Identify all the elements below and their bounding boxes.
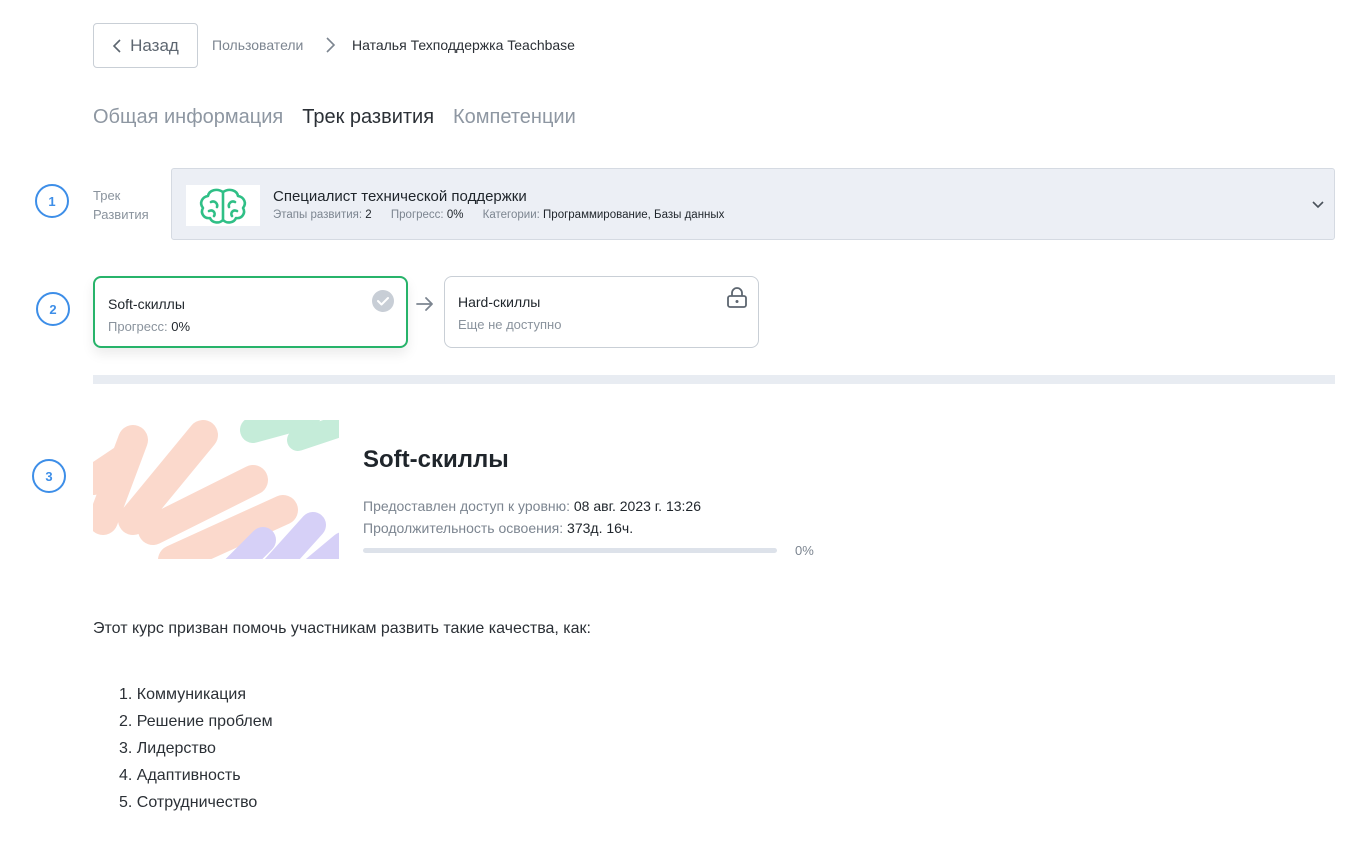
description-intro: Этот курс призван помочь участникам разв… [93, 620, 591, 637]
chevron-right-icon [326, 37, 336, 53]
level-duration-info: Продолжительность освоения: 373д. 16ч. [363, 520, 633, 536]
check-circle-icon [372, 290, 394, 312]
stage-title: Soft-скиллы [108, 296, 185, 312]
stage-status: Еще не доступно [458, 317, 562, 332]
stage-card-hard-skills[interactable]: Hard-скиллы Еще не доступно [444, 276, 759, 348]
step-marker-3: 3 [32, 459, 66, 493]
brain-icon [199, 188, 247, 224]
track-label-line2: Развития [93, 207, 149, 222]
track-stages-label: Этапы развития: [273, 209, 363, 221]
list-item: 5. Сотрудничество [119, 794, 258, 811]
profile-tabs: Общая информация Трек развития Компетенц… [93, 106, 576, 129]
lock-icon [727, 287, 747, 308]
level-progress-bar [363, 548, 777, 553]
stage-progress-label: Прогресс: [108, 319, 168, 334]
stage-title: Hard-скиллы [458, 294, 541, 310]
step-marker-2: 2 [36, 292, 70, 326]
level-cover-image [93, 420, 339, 559]
track-categories-label: Категории: [482, 209, 540, 221]
breadcrumb-current: Наталья Техподдержка Teachbase [352, 37, 575, 53]
list-item: 1. Коммуникация [119, 686, 246, 703]
track-title: Специалист технической поддержки [273, 188, 527, 205]
track-categories-value: Программирование, Базы данных [543, 209, 725, 221]
track-thumbnail [186, 185, 260, 226]
stage-card-soft-skills[interactable]: Soft-скиллы Прогресс: 0% [93, 276, 408, 348]
list-item: 4. Адаптивность [119, 767, 241, 784]
section-divider [93, 375, 1335, 384]
level-duration-label: Продолжительность освоения: [363, 520, 564, 536]
chevron-down-icon [1312, 201, 1324, 209]
tab-general-info[interactable]: Общая информация [93, 106, 283, 129]
track-select-dropdown[interactable]: Специалист технической поддержки Этапы р… [171, 168, 1335, 240]
list-item: 3. Лидерство [119, 740, 216, 757]
track-label-line1: Трек [93, 188, 121, 203]
breadcrumb-users-link[interactable]: Пользователи [212, 37, 303, 53]
track-meta: Этапы развития: 2 Прогресс: 0% Категории… [273, 209, 724, 221]
stage-progress: Прогресс: 0% [108, 319, 190, 334]
level-title: Soft-скиллы [363, 446, 509, 473]
track-progress-value: 0% [446, 209, 464, 221]
back-button[interactable]: Назад [93, 23, 198, 68]
chevron-left-icon [113, 38, 121, 53]
step-marker-1: 1 [35, 184, 69, 218]
description-list: 1. Коммуникация 2. Решение проблем 3. Ли… [119, 684, 273, 819]
back-button-label: Назад [130, 35, 179, 55]
stage-progress-value: 0% [171, 319, 191, 334]
level-access-label: Предоставлен доступ к уровню: [363, 498, 570, 514]
list-item: 2. Решение проблем [119, 713, 273, 730]
track-progress-label: Прогресс: [390, 209, 444, 221]
level-progress-percent: 0% [795, 543, 814, 558]
track-stages-value: 2 [365, 209, 372, 221]
level-access-value: 08 авг. 2023 г. 13:26 [573, 498, 701, 514]
arrow-right-icon [416, 297, 433, 311]
tab-competencies[interactable]: Компетенции [453, 106, 576, 129]
level-duration-value: 373д. 16ч. [567, 520, 634, 536]
level-access-info: Предоставлен доступ к уровню: 08 авг. 20… [363, 498, 701, 514]
tab-development-track[interactable]: Трек развития [302, 106, 434, 129]
track-label: Трек Развития [93, 186, 149, 224]
